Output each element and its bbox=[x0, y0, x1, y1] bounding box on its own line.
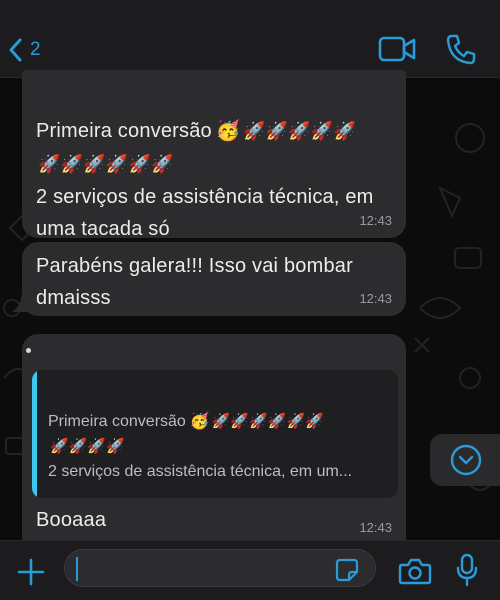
partying-face-emoji: 🥳 bbox=[215, 118, 241, 142]
back-button[interactable]: 2 bbox=[8, 30, 41, 70]
quote-accent-bar bbox=[32, 370, 37, 498]
message-composer bbox=[0, 540, 500, 600]
message-time: 12:43 bbox=[359, 520, 392, 535]
partying-face-emoji: 🥳 bbox=[189, 411, 210, 430]
rocket-emojis: 🚀🚀🚀🚀 bbox=[50, 437, 125, 455]
chevron-left-icon bbox=[9, 38, 22, 62]
message-input[interactable] bbox=[64, 549, 376, 587]
voice-call-button[interactable] bbox=[444, 32, 478, 66]
message-bubble[interactable]: Parabéns galera!!! Isso vai bombar dmais… bbox=[22, 242, 406, 316]
message-line: Primeira conversão bbox=[36, 120, 212, 142]
quoted-message[interactable]: Primeira conversão 🥳 🚀🚀🚀🚀🚀🚀 🚀🚀🚀🚀 2 serviço… bbox=[32, 370, 398, 498]
quoted-line: 2 serviços de assistência técnica, em um… bbox=[48, 463, 353, 480]
message-time: 12:43 bbox=[359, 291, 392, 306]
text-cursor bbox=[76, 557, 78, 581]
unread-count: 2 bbox=[30, 39, 41, 60]
quoted-line: Primeira conversão bbox=[48, 413, 186, 430]
voice-message-button[interactable] bbox=[456, 553, 478, 587]
message-body: 2 serviços de assistência técnica, em um… bbox=[36, 186, 374, 240]
message-text: Primeira conversão 🥳 🚀🚀🚀🚀🚀 🚀🚀🚀🚀🚀🚀 2 serviç… bbox=[36, 114, 392, 245]
message-time: 12:43 bbox=[359, 213, 392, 228]
message-body: Booaaa bbox=[36, 509, 107, 531]
chevron-down-icon bbox=[450, 444, 482, 476]
message-bubble[interactable]: Primeira conversão 🥳 🚀🚀🚀🚀🚀 🚀🚀🚀🚀🚀🚀 2 serviç… bbox=[22, 70, 406, 240]
video-camera-icon bbox=[378, 36, 416, 62]
attach-button[interactable] bbox=[16, 557, 46, 587]
phone-icon bbox=[446, 34, 476, 65]
camera-button[interactable] bbox=[398, 557, 432, 585]
microphone-icon bbox=[456, 553, 478, 587]
video-call-button[interactable] bbox=[376, 32, 418, 66]
bubble-tail bbox=[12, 290, 32, 312]
sticker-button[interactable] bbox=[334, 557, 360, 583]
scroll-to-bottom-button[interactable] bbox=[430, 434, 500, 486]
chat-header: 2 bbox=[0, 0, 500, 78]
camera-icon bbox=[398, 558, 432, 585]
quoted-text: Primeira conversão 🥳 🚀🚀🚀🚀🚀🚀 🚀🚀🚀🚀 2 serviço… bbox=[48, 408, 392, 484]
plus-icon bbox=[17, 558, 45, 586]
reply-message-bubble[interactable]: Primeira conversão 🥳 🚀🚀🚀🚀🚀🚀 🚀🚀🚀🚀 2 serviço… bbox=[22, 334, 406, 540]
sender-dot bbox=[26, 348, 31, 353]
message-body: Parabéns galera!!! Isso vai bombar dmais… bbox=[36, 255, 353, 309]
sticker-icon bbox=[335, 558, 359, 582]
rocket-emojis: 🚀🚀🚀🚀🚀 bbox=[243, 121, 357, 142]
rocket-emojis: 🚀🚀🚀🚀🚀🚀 bbox=[38, 154, 174, 175]
rocket-emojis: 🚀🚀🚀🚀🚀🚀 bbox=[211, 412, 324, 430]
